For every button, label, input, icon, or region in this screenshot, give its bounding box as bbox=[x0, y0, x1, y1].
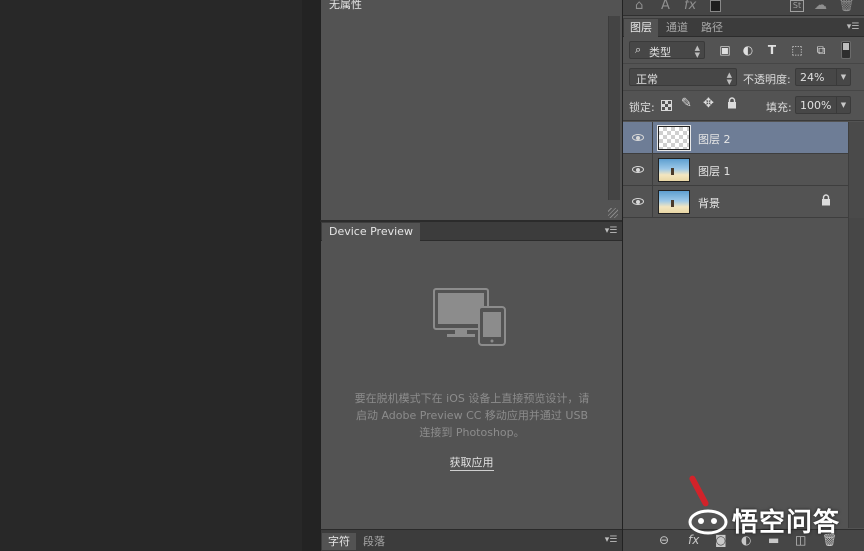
top-toolbar: ⌂ A fx St ☁ 🗑 bbox=[623, 0, 864, 16]
tab-paragraph[interactable]: 段落 bbox=[357, 533, 391, 550]
opacity-value: 24% bbox=[800, 71, 825, 84]
layers-scroll-track[interactable] bbox=[848, 218, 864, 528]
lock-icon bbox=[821, 194, 831, 209]
panel-menu-icon[interactable]: ▾☰ bbox=[604, 226, 618, 236]
cc-libraries-icon[interactable]: ☁ bbox=[814, 0, 827, 13]
chevron-down-icon[interactable]: ▼ bbox=[836, 69, 850, 85]
device-preview-panel: Device Preview ▾☰ 要在脱机模式下在 iOS 设备上直接预览设计… bbox=[320, 222, 622, 529]
get-app-link[interactable]: 获取应用 bbox=[449, 456, 494, 471]
eye-icon bbox=[632, 198, 644, 205]
layers-column: ⌂ A fx St ☁ 🗑 图层 通道 路径 ▾☰ ⌕ 类型 ▲ ▼ ▣ ◐ T … bbox=[622, 0, 864, 551]
opacity-field[interactable]: 24% ▼ bbox=[795, 68, 851, 86]
spinner-icon: ▲ ▼ bbox=[694, 44, 700, 59]
layers-scrollbar[interactable] bbox=[848, 122, 864, 218]
swatch-icon[interactable] bbox=[710, 0, 721, 12]
device-preview-message: 要在脱机模式下在 iOS 设备上直接预览设计，请 启动 Adobe Previe… bbox=[331, 390, 613, 441]
layer-thumbnail bbox=[657, 125, 691, 151]
layer-row[interactable]: 背景 bbox=[623, 186, 848, 218]
divider bbox=[623, 120, 864, 121]
fill-field[interactable]: 100% ▼ bbox=[795, 96, 851, 114]
fill-label: 填充: bbox=[766, 101, 792, 114]
adjustment-filter-icon[interactable]: ◐ bbox=[740, 42, 756, 58]
devices-icon bbox=[433, 288, 507, 349]
layer-row[interactable]: 图层 2 bbox=[623, 122, 848, 154]
spinner-icon: ▲ ▼ bbox=[726, 71, 732, 86]
lock-transparent-pixels-icon[interactable] bbox=[661, 100, 672, 111]
link-layers-icon[interactable]: ⊖ bbox=[659, 533, 669, 547]
trash-icon[interactable]: 🗑 bbox=[838, 0, 855, 13]
tab-paths[interactable]: 路径 bbox=[695, 19, 729, 37]
fill-value: 100% bbox=[800, 99, 832, 112]
divider bbox=[623, 63, 864, 64]
eye-icon bbox=[632, 166, 644, 173]
layer-thumbnail bbox=[658, 158, 690, 182]
watermark-text: 悟空问答 bbox=[732, 508, 841, 538]
search-icon: ⌕ bbox=[635, 43, 642, 56]
tab-layers[interactable]: 图层 bbox=[624, 19, 658, 37]
lock-label: 锁定: bbox=[629, 101, 655, 114]
properties-title: 无属性 bbox=[329, 0, 362, 11]
watermark: 悟空问答 bbox=[688, 500, 858, 540]
layer-filter-dropdown[interactable]: ⌕ 类型 ▲ ▼ bbox=[629, 41, 705, 59]
lock-all-icon[interactable] bbox=[727, 97, 737, 112]
layer-name[interactable]: 图层 2 bbox=[698, 131, 731, 147]
watermark-logo-icon bbox=[688, 509, 728, 535]
visibility-toggle[interactable] bbox=[623, 154, 653, 186]
layer-name[interactable]: 背景 bbox=[698, 195, 720, 211]
properties-panel: 无属性 bbox=[320, 0, 622, 220]
lock-image-pixels-icon[interactable]: ✎ bbox=[681, 96, 692, 111]
layers-tabbar: 图层 通道 路径 ▾☰ bbox=[623, 18, 864, 37]
visibility-toggle[interactable] bbox=[623, 186, 653, 218]
layer-thumbnail bbox=[658, 190, 690, 214]
character-tabbar: 字符 段落 ▾☰ bbox=[320, 529, 622, 551]
document-canvas[interactable] bbox=[0, 0, 302, 551]
tab-character[interactable]: 字符 bbox=[322, 533, 356, 550]
tab-device-preview[interactable]: Device Preview bbox=[322, 223, 420, 241]
type-filter-icon[interactable]: T bbox=[764, 42, 780, 58]
text-icon[interactable]: A bbox=[661, 0, 670, 13]
eye-icon bbox=[632, 134, 644, 141]
device-preview-tabbar: Device Preview ▾☰ bbox=[321, 222, 622, 241]
properties-scrollbar[interactable] bbox=[608, 16, 620, 200]
fx-icon[interactable]: fx bbox=[684, 0, 696, 13]
stock-icon[interactable]: St bbox=[790, 0, 804, 12]
message-line: 连接到 Photoshop。 bbox=[419, 426, 525, 439]
divider bbox=[623, 90, 864, 91]
panel-menu-icon[interactable]: ▾☰ bbox=[846, 22, 860, 32]
blend-mode-value: 正常 bbox=[636, 73, 658, 86]
filter-label: 类型 bbox=[649, 46, 671, 59]
layer-row[interactable]: 图层 1 bbox=[623, 154, 848, 186]
message-line: 要在脱机模式下在 iOS 设备上直接预览设计，请 bbox=[354, 392, 590, 405]
stamp-icon[interactable]: ⌂ bbox=[635, 0, 643, 13]
message-line: 启动 Adobe Preview CC 移动应用并通过 USB bbox=[355, 409, 589, 422]
canvas-edge bbox=[302, 0, 320, 551]
filter-toggle[interactable] bbox=[841, 41, 851, 59]
blend-mode-dropdown[interactable]: 正常 ▲ ▼ bbox=[629, 68, 737, 86]
chevron-down-icon[interactable]: ▼ bbox=[836, 97, 850, 113]
smart-object-filter-icon[interactable]: ⧉ bbox=[813, 42, 829, 58]
get-app-link-row: 获取应用 bbox=[321, 454, 622, 471]
lock-position-icon[interactable]: ✥ bbox=[703, 96, 714, 111]
tab-channels[interactable]: 通道 bbox=[660, 19, 694, 37]
pixel-filter-icon[interactable]: ▣ bbox=[717, 42, 733, 58]
opacity-label: 不透明度: bbox=[743, 73, 791, 86]
resize-grip-icon[interactable] bbox=[608, 208, 618, 218]
layer-name[interactable]: 图层 1 bbox=[698, 163, 731, 179]
shape-filter-icon[interactable]: ⬚ bbox=[789, 42, 805, 58]
visibility-toggle[interactable] bbox=[623, 122, 653, 154]
panel-menu-icon[interactable]: ▾☰ bbox=[604, 535, 618, 545]
